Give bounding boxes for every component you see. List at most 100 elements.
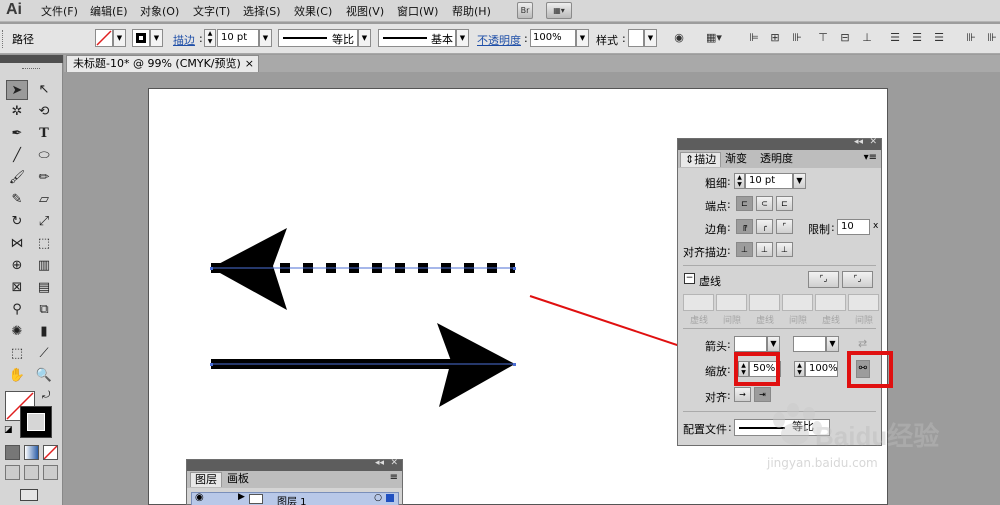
pencil-tool-icon[interactable]: ✏ — [33, 168, 55, 188]
opacity-dropdown[interactable]: ▼ — [576, 29, 589, 47]
align-inside-button[interactable]: ⊥ — [756, 242, 773, 257]
end-arrowhead-dropdown[interactable]: ▼ — [826, 336, 839, 352]
distribute-vcenter-icon[interactable]: ☰ — [909, 31, 925, 45]
align-vcenter-icon[interactable]: ⊟ — [837, 31, 853, 45]
dash-field-2[interactable] — [749, 294, 780, 311]
align-dash-corners-button[interactable]: ⌜⌟ — [842, 271, 873, 288]
hand-tool-icon[interactable]: ✋ — [6, 366, 28, 386]
selection-square-icon[interactable] — [386, 494, 394, 502]
menu-type[interactable]: 文字(T) — [193, 3, 230, 19]
eyedropper-tool-icon[interactable]: ⚲ — [6, 300, 28, 320]
menu-window[interactable]: 窗口(W) — [397, 3, 438, 19]
menu-file[interactable]: 文件(F) — [41, 3, 78, 19]
menu-help[interactable]: 帮助(H) — [452, 3, 491, 19]
free-transform-tool-icon[interactable]: ⬚ — [33, 234, 55, 254]
weight-stepper[interactable]: ▲ ▼ — [734, 173, 745, 189]
document-tab[interactable]: 未标题-10* @ 99% (CMYK/预览) × — [66, 55, 259, 72]
panel-menu-icon[interactable]: ▾≡ — [864, 152, 877, 163]
gradient-mode-icon[interactable] — [24, 445, 39, 460]
tab-transparency[interactable]: 透明度 — [756, 152, 797, 167]
distribute-left-icon[interactable]: ⊪ — [963, 31, 979, 45]
extend-arrow-button[interactable]: → — [734, 387, 751, 402]
blend-tool-icon[interactable]: ⧉ — [33, 300, 55, 320]
selection-tool-icon[interactable]: ➤ — [6, 80, 28, 100]
pen-tool-icon[interactable]: ✒ — [6, 124, 28, 144]
swap-arrowheads-icon[interactable]: ⇄ — [858, 337, 867, 350]
place-arrow-button[interactable]: ⇥ — [754, 387, 771, 402]
artboard-tool-icon[interactable]: ⬚ — [6, 344, 28, 364]
limit-input[interactable]: 10 — [837, 219, 870, 235]
paintbrush-tool-icon[interactable]: 🖌 — [6, 168, 28, 188]
opacity-input[interactable]: 100% — [530, 29, 576, 47]
color-mode-icon[interactable] — [5, 445, 20, 460]
menu-view[interactable]: 视图(V) — [346, 3, 384, 19]
panel-menu-icon[interactable]: ≡ — [390, 472, 398, 483]
stroke-color-swatch[interactable] — [20, 406, 52, 438]
draw-inside-icon[interactable] — [43, 465, 58, 480]
style-dropdown[interactable]: ▼ — [644, 29, 657, 47]
width-tool-icon[interactable]: ⋈ — [6, 234, 28, 254]
default-colors-icon[interactable]: ◪ — [4, 425, 13, 435]
distribute-hcenter-icon[interactable]: ⊪ — [984, 31, 1000, 45]
variable-width-profile[interactable]: 等比 — [278, 29, 358, 47]
align-hcenter-icon[interactable]: ⊞ — [767, 31, 783, 45]
recolor-artwork-icon[interactable]: ◉ — [671, 31, 687, 45]
dash-field-1[interactable] — [683, 294, 714, 311]
fill-dropdown-arrow[interactable]: ▼ — [113, 29, 126, 47]
grip-handle[interactable] — [2, 30, 6, 48]
swap-colors-icon[interactable]: ⤾ — [42, 390, 50, 401]
start-arrowhead-select[interactable] — [734, 336, 767, 352]
panel-close-icon[interactable]: ✕ — [869, 137, 877, 147]
menu-edit[interactable]: 编辑(E) — [90, 3, 128, 19]
menu-effect[interactable]: 效果(C) — [294, 3, 332, 19]
align-center-button[interactable]: ⊥ — [736, 242, 753, 257]
tab-stroke[interactable]: ⇕描边 — [680, 152, 722, 167]
end-scale-input[interactable]: 100% — [805, 361, 838, 377]
lasso-tool-icon[interactable]: ⟲ — [33, 102, 55, 122]
butt-cap-button[interactable]: ⊏ — [736, 196, 753, 211]
stroke-swatch[interactable] — [132, 29, 150, 47]
rotate-tool-icon[interactable]: ↻ — [6, 212, 28, 232]
miter-join-button[interactable]: ╔ — [736, 219, 753, 234]
fill-swatch[interactable] — [95, 29, 113, 47]
align-left-icon[interactable]: ⊫ — [746, 31, 762, 45]
ellipse-tool-icon[interactable]: ⬭ — [33, 146, 55, 166]
preserve-dash-button[interactable]: ⌜⌟ — [808, 271, 839, 288]
symbol-sprayer-tool-icon[interactable]: ✺ — [6, 322, 28, 342]
distribute-top-icon[interactable]: ☰ — [887, 31, 903, 45]
profile-dropdown[interactable]: ▼ — [358, 29, 371, 47]
align-bottom-icon[interactable]: ⊥ — [859, 31, 875, 45]
layers-panel-titlebar[interactable]: ◂◂ ✕ — [187, 458, 402, 471]
stroke-weight-stepper[interactable]: ▲ ▼ — [204, 29, 216, 47]
layer-row[interactable]: ◉ ▶ 图层 1 ○ — [191, 492, 399, 505]
scale-tool-icon[interactable]: ⤢ — [33, 212, 55, 232]
start-arrowhead-dropdown[interactable]: ▼ — [767, 336, 780, 352]
gap-field-3[interactable] — [848, 294, 879, 311]
weight-dropdown[interactable]: ▼ — [793, 173, 806, 189]
dash-field-3[interactable] — [815, 294, 846, 311]
end-arrowhead-select[interactable] — [793, 336, 826, 352]
screen-mode-icon[interactable] — [20, 489, 38, 501]
column-graph-tool-icon[interactable]: ▮ — [33, 322, 55, 342]
direct-selection-tool-icon[interactable]: ↖ — [33, 80, 55, 100]
tab-gradient[interactable]: 渐变 — [721, 152, 751, 167]
none-mode-icon[interactable] — [43, 445, 58, 460]
tab-artboards[interactable]: 画板 — [223, 472, 253, 487]
weight-input[interactable]: 10 pt — [745, 173, 793, 189]
distribute-bottom-icon[interactable]: ☰ — [931, 31, 947, 45]
brush-definition[interactable]: 基本 — [378, 29, 456, 47]
menu-object[interactable]: 对象(O) — [140, 3, 179, 19]
expand-triangle-icon[interactable]: ▶ — [238, 492, 245, 502]
stroke-weight-input[interactable]: 10 pt — [217, 29, 259, 47]
stroke-label-link[interactable]: 描边 — [173, 32, 195, 48]
line-tool-icon[interactable]: ╱ — [6, 146, 28, 166]
eye-icon[interactable]: ◉ — [195, 492, 204, 503]
perspective-grid-tool-icon[interactable]: ▥ — [33, 256, 55, 276]
align-to-icon[interactable]: ▦▾ — [706, 31, 722, 45]
draw-normal-icon[interactable] — [5, 465, 20, 480]
draw-behind-icon[interactable] — [24, 465, 39, 480]
target-icon[interactable]: ○ — [374, 493, 382, 503]
align-top-icon[interactable]: ⊤ — [815, 31, 831, 45]
type-tool-icon[interactable]: T — [33, 124, 55, 144]
blob-brush-tool-icon[interactable]: ✎ — [6, 190, 28, 210]
